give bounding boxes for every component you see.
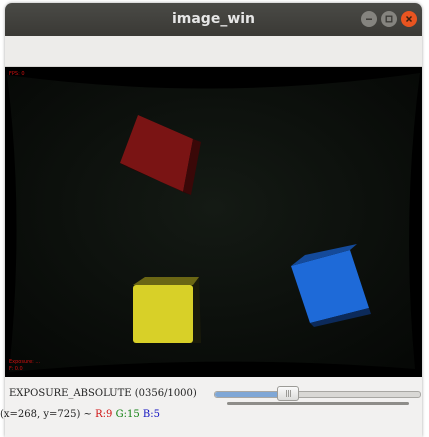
close-icon [405, 15, 413, 23]
fps-overlay: FPS: 0 [9, 71, 25, 77]
image-window: image_win FPS: 0 Exposure: ... F: 0.0 EX… [5, 3, 422, 437]
exposure-trackbar[interactable] [214, 386, 421, 401]
maximize-icon [385, 15, 393, 23]
cursor-coordinates: (x=268, y=725) ~ [0, 409, 92, 420]
window-title: image_win [171, 11, 256, 27]
title-bar[interactable]: image_win [5, 3, 422, 36]
minimize-button[interactable] [361, 11, 377, 27]
exposure-trackbar-handle[interactable] [277, 386, 299, 401]
exposure-trackbar-label: EXPOSURE_ABSOLUTE (0356/1000) [9, 388, 197, 399]
blue-value: B:5 [142, 409, 160, 420]
close-button[interactable] [401, 11, 417, 27]
maximize-button[interactable] [381, 11, 397, 27]
exposure-overlay: Exposure: ... [9, 359, 41, 365]
toolbar [5, 36, 422, 67]
camera-image[interactable]: FPS: 0 Exposure: ... F: 0.0 [5, 67, 422, 377]
table-surface [7, 73, 420, 372]
horizontal-scrollbar[interactable] [227, 402, 409, 405]
red-value: R:9 [95, 409, 113, 420]
focus-overlay: F: 0.0 [9, 366, 23, 372]
pixel-status-bar: (x=268, y=725) ~ R:9 G:15 B:5 [0, 409, 160, 420]
minimize-icon [366, 18, 372, 20]
yellow-cube [133, 277, 201, 343]
camera-frame [5, 67, 422, 377]
green-value: G:15 [115, 409, 140, 420]
